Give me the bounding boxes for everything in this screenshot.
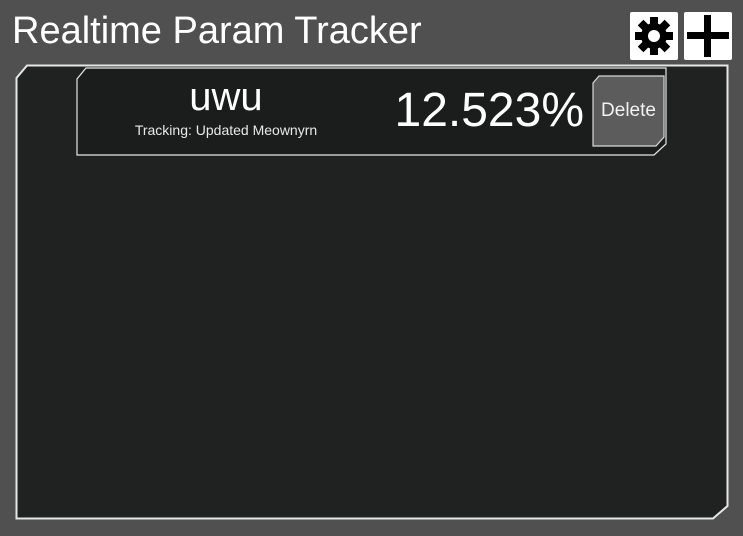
delete-button[interactable]: Delete xyxy=(592,75,665,147)
plus-icon xyxy=(687,15,729,57)
delete-button-label: Delete xyxy=(601,100,656,121)
tracker-name: uwu xyxy=(189,75,263,119)
gear-icon xyxy=(635,17,673,55)
add-button[interactable] xyxy=(684,12,732,60)
tracker-card: uwu Tracking: Updated Meownyrn 12.523% D… xyxy=(76,67,667,156)
app-title: Realtime Param Tracker xyxy=(12,10,422,52)
settings-button[interactable] xyxy=(630,12,678,60)
tracker-value: 12.523% xyxy=(394,84,585,137)
tracker-status: Tracking: Updated Meownyrn xyxy=(134,122,318,138)
